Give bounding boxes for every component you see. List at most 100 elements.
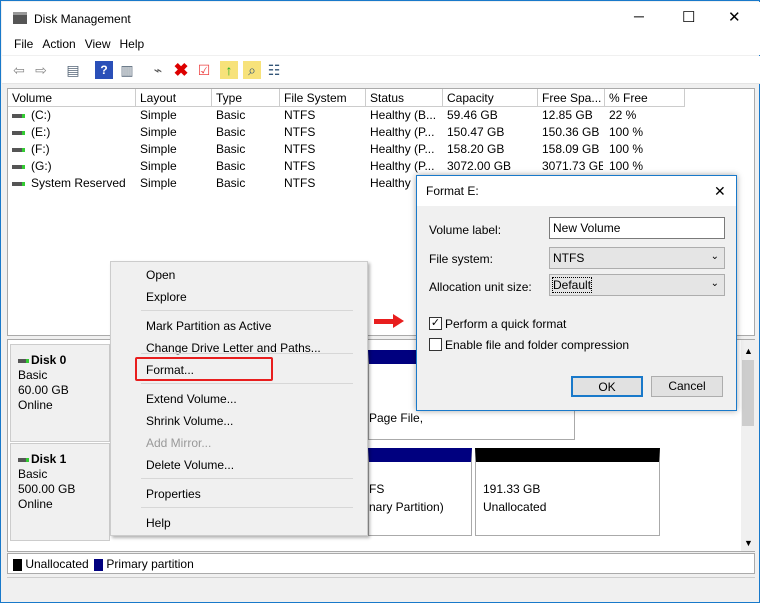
- cell-text: Basic: [216, 142, 246, 156]
- table-cell: Basic: [214, 125, 278, 142]
- menu-item-shrink-volume[interactable]: Shrink Volume...: [146, 414, 233, 428]
- column-header[interactable]: Volume: [8, 89, 136, 107]
- title-bar: Disk Management ─ ☐ ✕: [2, 2, 760, 35]
- column-header[interactable]: File System: [280, 89, 366, 107]
- delete-icon[interactable]: ✖: [172, 61, 190, 79]
- cell-text: Healthy (P...: [370, 125, 435, 139]
- menu-item-extend-volume[interactable]: Extend Volume...: [146, 392, 237, 406]
- quick-format-label[interactable]: Perform a quick format: [445, 317, 566, 331]
- search-folder-icon[interactable]: ⌕: [243, 61, 261, 79]
- ok-button[interactable]: OK: [571, 376, 643, 397]
- table-cell: 3072.00 GB: [445, 159, 536, 176]
- column-header[interactable]: Layout: [136, 89, 212, 107]
- connect-drive-icon[interactable]: ⌁: [149, 61, 167, 79]
- cell-text: NTFS: [284, 176, 316, 190]
- disk-0-info[interactable]: Disk 0 Basic 60.00 GB Online: [10, 344, 110, 442]
- drive-icon: [12, 147, 25, 152]
- table-cell: NTFS: [282, 176, 364, 193]
- compression-checkbox[interactable]: [429, 338, 442, 351]
- disk-name: Disk 1: [31, 452, 67, 466]
- table-cell: 3071.73 GB: [540, 159, 603, 176]
- disk-1-unallocated[interactable]: 191.33 GB Unallocated: [475, 448, 660, 536]
- table-row[interactable]: (G:) Simple Basic NTFS Healthy (P... 3072.00 …: [8, 159, 754, 176]
- menu-item-properties[interactable]: Properties: [146, 487, 201, 501]
- menu-item-add-mirror: Add Mirror...: [146, 436, 212, 450]
- table-cell: System Reserved: [10, 176, 134, 193]
- scroll-down-icon[interactable]: ▼: [744, 538, 753, 548]
- scrollbar-thumb[interactable]: [742, 360, 754, 426]
- cell-text: Simple: [140, 108, 177, 122]
- properties-icon[interactable]: ☑: [195, 61, 213, 79]
- partition-label: Page File,: [369, 411, 424, 425]
- table-row[interactable]: (E:) Simple Basic NTFS Healthy (P... 150.47 G…: [8, 125, 754, 142]
- format-dialog: Format E: ✕ Volume label: New Volume Fil…: [416, 175, 737, 411]
- menu-help[interactable]: Help: [118, 35, 152, 51]
- close-button[interactable]: ✕: [728, 8, 741, 26]
- menu-item-delete-volume[interactable]: Delete Volume...: [146, 458, 234, 472]
- quick-format-checkbox[interactable]: ✓: [429, 317, 442, 330]
- vertical-scrollbar[interactable]: ▲ ▼: [741, 340, 755, 551]
- compression-label[interactable]: Enable file and folder compression: [445, 338, 629, 352]
- cell-text: (C:): [31, 108, 51, 122]
- help-icon[interactable]: ?: [95, 61, 113, 79]
- volume-label-input[interactable]: New Volume: [549, 217, 725, 239]
- table-cell: Simple: [138, 125, 210, 142]
- column-header[interactable]: % Free: [605, 89, 685, 107]
- drive-icon: [12, 130, 25, 135]
- cell-text: Basic: [216, 108, 246, 122]
- menu-bar: File Action View Help: [2, 35, 760, 55]
- table-cell: Simple: [138, 176, 210, 193]
- menu-item-mark-partition-as-active[interactable]: Mark Partition as Active: [146, 319, 271, 333]
- disk-type: Basic: [18, 467, 48, 481]
- drive-icon: [12, 181, 25, 186]
- disk-1-info[interactable]: Disk 1 Basic 500.00 GB Online: [10, 443, 110, 541]
- disk-1-partition[interactable]: FS nary Partition): [368, 448, 472, 536]
- table-cell: 158.20 GB: [445, 142, 536, 159]
- back-icon[interactable]: ⇦: [10, 61, 28, 79]
- checklist-icon[interactable]: ☷: [265, 61, 283, 79]
- dialog-title-bar: Format E: ✕: [417, 176, 736, 206]
- column-header[interactable]: Status: [366, 89, 443, 107]
- disk-type: Basic: [18, 368, 48, 382]
- column-header[interactable]: Type: [212, 89, 280, 107]
- unallocated-swatch: [13, 558, 22, 571]
- menu-separator: [141, 478, 353, 479]
- up-folder-icon[interactable]: ↑: [220, 61, 238, 79]
- menu-item-open[interactable]: Open: [146, 268, 175, 282]
- file-system-select[interactable]: NTFS ⌄: [549, 247, 725, 269]
- cell-text: 150.36 GB: [542, 125, 600, 139]
- table-cell: (F:): [10, 142, 134, 159]
- minimize-button[interactable]: ─: [634, 8, 644, 24]
- cell-text: 3071.73 GB: [542, 159, 603, 173]
- context-menu: Open Explore Mark Partition as Active Chang…: [110, 261, 368, 536]
- table-cell: 100 %: [607, 142, 683, 159]
- scroll-up-icon[interactable]: ▲: [744, 346, 753, 356]
- menu-view[interactable]: View: [83, 35, 118, 51]
- cancel-button[interactable]: Cancel: [651, 376, 723, 397]
- table-cell: 59.46 GB: [445, 108, 536, 125]
- menu-item-explore[interactable]: Explore: [146, 290, 187, 304]
- cell-text: (G:): [31, 159, 52, 173]
- forward-icon[interactable]: ⇨: [32, 61, 50, 79]
- table-cell: Simple: [138, 159, 210, 176]
- menu-item-help[interactable]: Help: [146, 516, 171, 530]
- table-cell: NTFS: [282, 142, 364, 159]
- table-row[interactable]: (F:) Simple Basic NTFS Healthy (P... 158.20 G…: [8, 142, 754, 159]
- table-cell: Basic: [214, 159, 278, 176]
- column-header[interactable]: Free Spa...: [538, 89, 605, 107]
- show-hide-console-tree-icon[interactable]: ▤: [64, 61, 82, 79]
- partition-filesystem: FS: [369, 482, 385, 496]
- menu-file[interactable]: File: [2, 35, 40, 51]
- allocation-unit-select[interactable]: Default ⌄: [549, 274, 725, 296]
- dialog-close-button[interactable]: ✕: [714, 183, 726, 200]
- allocation-unit-label: Allocation unit size:: [429, 280, 532, 294]
- chevron-down-icon: ⌄: [710, 251, 719, 262]
- show-action-pane-icon[interactable]: ▥: [118, 61, 136, 79]
- maximize-button[interactable]: ☐: [682, 8, 695, 26]
- menu-action[interactable]: Action: [40, 35, 82, 51]
- table-row[interactable]: (C:) Simple Basic NTFS Healthy (B... 59.46 GB…: [8, 108, 754, 125]
- legend-unallocated: Unallocated: [25, 557, 89, 571]
- column-header[interactable]: Capacity: [443, 89, 538, 107]
- toolbar: ⇦ ⇨ ▤ ? ▥ ⌁ ✖ ☑ ↑ ⌕ ☷: [2, 56, 760, 84]
- legend: Unallocated Primary partition: [7, 553, 755, 574]
